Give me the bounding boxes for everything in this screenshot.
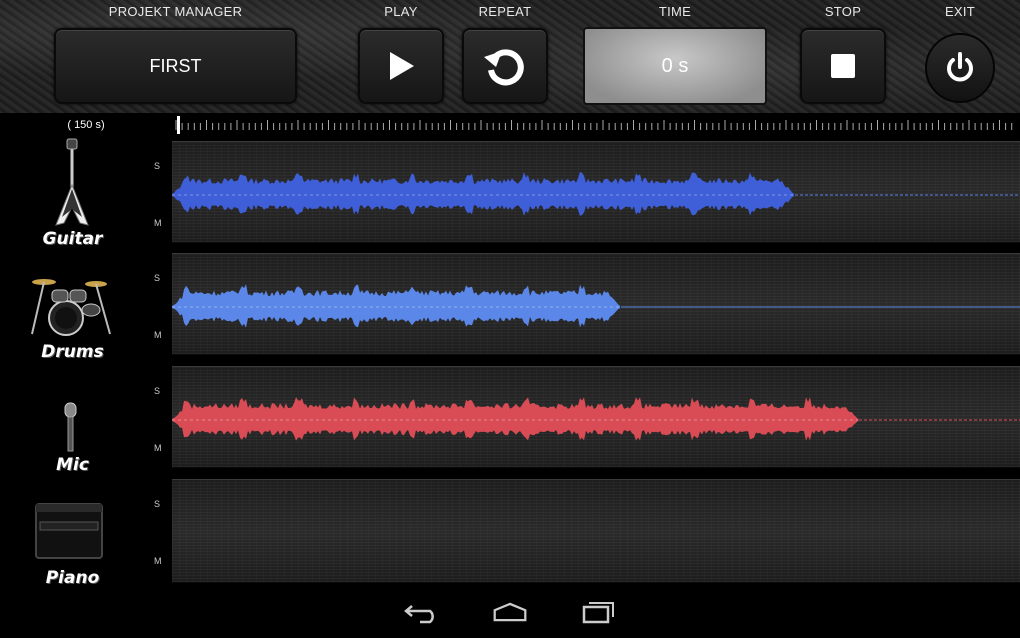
control-bar: PROJEKT MANAGER FIRST PLAY REPEAT TIME 0… bbox=[0, 0, 1020, 113]
time-display: 0 s bbox=[583, 27, 767, 105]
waveform-piano bbox=[172, 480, 1020, 583]
stop-label: STOP bbox=[824, 4, 862, 19]
waveform-guitar bbox=[172, 172, 1020, 216]
play-label: PLAY bbox=[384, 4, 418, 19]
solo-toggle-piano[interactable]: S bbox=[154, 499, 160, 509]
track-piano[interactable] bbox=[172, 479, 1020, 583]
piano-icon bbox=[35, 503, 103, 559]
repeat-icon bbox=[484, 49, 524, 86]
project-length-label: ( 150 s) bbox=[67, 119, 105, 131]
mute-toggle-mic[interactable]: M bbox=[154, 443, 162, 453]
recents-icon bbox=[582, 602, 614, 624]
stop-button[interactable] bbox=[800, 28, 886, 104]
instrument-drums[interactable]: Drums bbox=[0, 250, 145, 362]
play-icon bbox=[390, 52, 414, 80]
track-drums[interactable] bbox=[172, 253, 1020, 355]
ruler-ticks bbox=[175, 116, 1013, 134]
exit-label: EXIT bbox=[944, 4, 976, 19]
instrument-label-drums: Drums bbox=[41, 342, 104, 362]
power-icon bbox=[947, 52, 973, 82]
repeat-label: REPEAT bbox=[478, 4, 532, 19]
nav-home-button[interactable] bbox=[492, 597, 528, 627]
project-manager-label: PROJEKT MANAGER bbox=[108, 4, 243, 19]
instrument-label-mic: Mic bbox=[56, 455, 89, 475]
solo-toggle-drums[interactable]: S bbox=[154, 273, 160, 283]
mute-toggle-drums[interactable]: M bbox=[154, 330, 162, 340]
home-icon bbox=[493, 602, 527, 622]
back-icon bbox=[404, 605, 434, 624]
project-manager-button[interactable]: FIRST bbox=[54, 28, 297, 104]
instrument-piano[interactable]: Piano bbox=[0, 476, 145, 588]
timeline-ruler[interactable] bbox=[174, 114, 1016, 136]
mute-toggle-piano[interactable]: M bbox=[154, 556, 162, 566]
microphone-icon bbox=[64, 402, 77, 452]
repeat-button[interactable] bbox=[462, 28, 548, 104]
instrument-mic[interactable]: Mic bbox=[0, 363, 145, 475]
drums-icon bbox=[31, 279, 111, 336]
nav-back-button[interactable] bbox=[404, 597, 440, 627]
instrument-label-piano: Piano bbox=[45, 568, 100, 588]
waveform-mic bbox=[172, 397, 1020, 441]
track-guitar[interactable] bbox=[172, 141, 1020, 243]
time-label: TIME bbox=[658, 4, 692, 19]
solo-toggle-guitar[interactable]: S bbox=[154, 161, 160, 171]
stop-icon bbox=[831, 54, 855, 78]
track-mic[interactable] bbox=[172, 366, 1020, 468]
project-name: FIRST bbox=[149, 55, 202, 76]
solo-toggle-mic[interactable]: S bbox=[154, 386, 160, 396]
guitar-icon bbox=[55, 138, 89, 226]
waveform-drums bbox=[172, 284, 1020, 328]
exit-button[interactable] bbox=[925, 33, 995, 103]
instrument-label-guitar: Guitar bbox=[42, 229, 103, 249]
mute-toggle-guitar[interactable]: M bbox=[154, 218, 162, 228]
time-value: 0 s bbox=[661, 54, 689, 77]
play-button[interactable] bbox=[358, 28, 444, 104]
instrument-guitar[interactable]: Guitar bbox=[0, 137, 145, 249]
system-nav-bar bbox=[0, 586, 1020, 638]
nav-recents-button[interactable] bbox=[580, 597, 616, 627]
